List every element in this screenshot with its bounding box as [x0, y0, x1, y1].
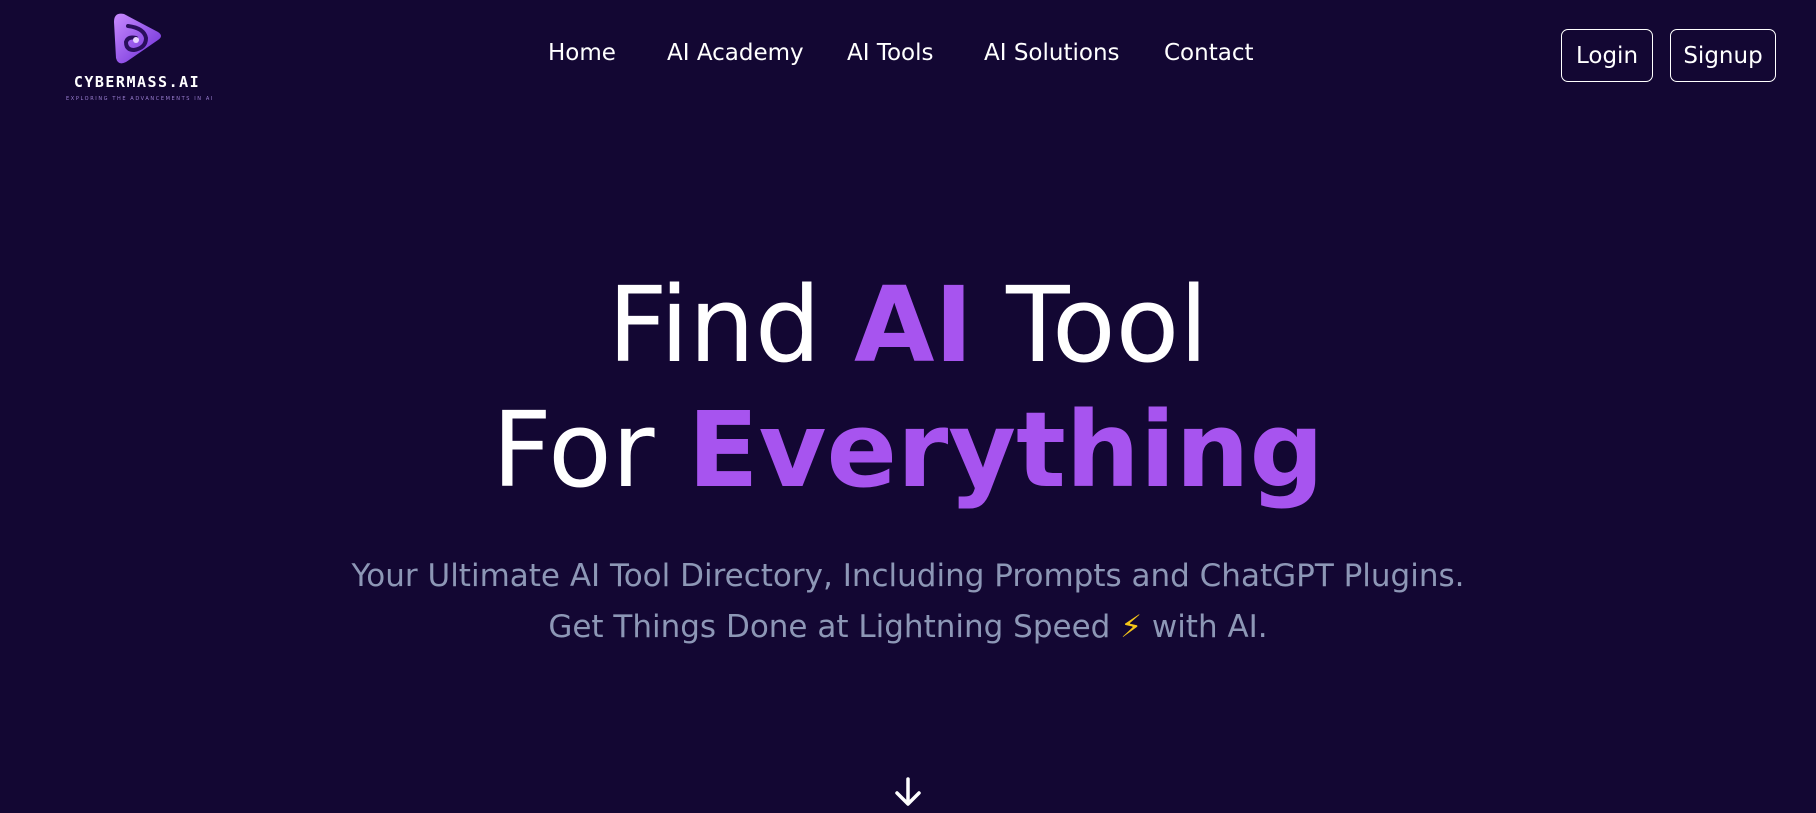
landing-page: CYBERMASS.AI EXPLORING THE ADVANCEMENTS … — [0, 0, 1816, 813]
hero-subtitle-line-1: Your Ultimate AI Tool Directory, Includi… — [351, 558, 1465, 594]
hero-accent-text: Everything — [687, 389, 1324, 511]
brand-tagline: EXPLORING THE ADVANCEMENTS IN AI — [66, 96, 214, 102]
hero-text: Find — [607, 264, 854, 386]
nav-item-home[interactable]: Home — [548, 40, 616, 66]
hero-heading-line-2: For Everything — [0, 390, 1816, 510]
nav-item-ai-tools[interactable]: AI Tools — [847, 40, 934, 66]
nav-item-ai-solutions[interactable]: AI Solutions — [984, 40, 1120, 66]
nav-item-ai-academy[interactable]: AI Academy — [667, 40, 804, 66]
hero-accent-text: AI — [853, 264, 974, 386]
hero-heading-line-1: Find AI Tool — [0, 265, 1816, 385]
hero-subtitle-line-2: Get Things Done at Lightning Speed ⚡ wit… — [0, 609, 1816, 645]
arrow-down-icon[interactable] — [892, 776, 924, 808]
lightning-icon: ⚡ — [1120, 609, 1142, 645]
subtitle-text: with AI. — [1141, 609, 1268, 645]
brand-name: CYBERMASS.AI — [73, 73, 201, 91]
site-header: CYBERMASS.AI EXPLORING THE ADVANCEMENTS … — [0, 0, 1816, 112]
hero-text: Tool — [973, 264, 1209, 386]
main-nav: Home AI Academy AI Tools AI Solutions Co… — [0, 40, 1816, 74]
signup-button[interactable]: Signup — [1670, 29, 1776, 82]
login-button[interactable]: Login — [1561, 29, 1653, 82]
nav-item-contact[interactable]: Contact — [1164, 40, 1253, 66]
subtitle-text: Get Things Done at Lightning Speed — [548, 609, 1121, 645]
hero-text: For — [492, 389, 688, 511]
